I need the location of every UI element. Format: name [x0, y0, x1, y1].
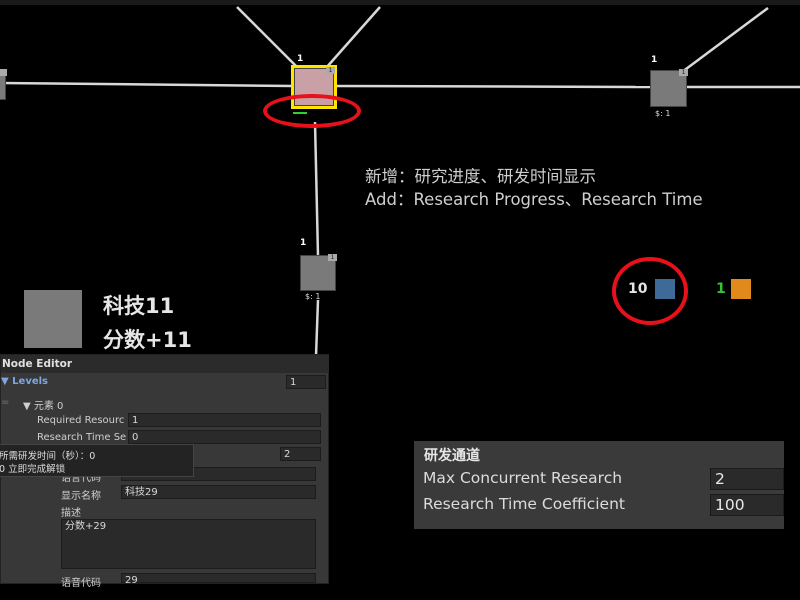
annotation-cn: 新增：研究进度、研发时间显示	[365, 167, 596, 186]
description-label: 描述	[61, 508, 81, 519]
highlight-ring-legend	[612, 257, 688, 325]
element-label: 元素 0	[33, 401, 64, 412]
legend-swatch-time	[731, 279, 751, 299]
edge-up-right	[325, 6, 381, 69]
legend-value-time: 1	[716, 281, 726, 297]
node-flag-icon: 1	[651, 55, 658, 65]
element-foldout[interactable]: ▼ 元素 0	[23, 397, 63, 412]
second-count-field[interactable]: 2	[280, 447, 321, 461]
levels-label: Levels	[12, 376, 49, 387]
tech-node-mid[interactable]: 1	[300, 254, 337, 291]
research-channel-title: 研发通道	[424, 448, 480, 464]
audio-field[interactable]: 29	[121, 573, 316, 586]
levels-foldout[interactable]: ▼ Levels	[1, 376, 48, 387]
top-bar	[0, 0, 800, 5]
research-time-field[interactable]: 0	[128, 430, 321, 444]
description-textarea[interactable]: 分数+29	[61, 519, 316, 569]
required-resource-label: Required Resourc	[37, 415, 125, 426]
tech-score: 分数+11	[103, 328, 192, 352]
highlight-ring-progress	[263, 94, 361, 128]
levels-count-field[interactable]: 1	[286, 375, 326, 389]
hint-line-1: 所需研发时间（秒）：0	[0, 451, 96, 462]
node-badge: 1	[326, 67, 335, 74]
legend-value-research: 10	[628, 281, 648, 297]
edge-down-2	[314, 299, 320, 357]
edge-up-far-right	[681, 6, 769, 74]
panel-title: Node Editor	[1, 355, 329, 373]
node-flag-icon: 1	[300, 238, 307, 248]
tech-name: 科技11	[103, 294, 175, 318]
legend-swatch-research	[655, 279, 675, 299]
edge-down	[313, 121, 320, 257]
node-flag-icon: 1	[297, 54, 304, 64]
node-score: $: 1	[655, 109, 671, 118]
node-badge: 1	[328, 254, 337, 261]
required-resource-field[interactable]: 1	[128, 413, 321, 427]
chevron-down-icon: ▼	[1, 376, 13, 387]
chevron-down-icon: ▼	[23, 401, 34, 412]
tech-node-left[interactable]	[0, 69, 7, 100]
display-name-field[interactable]: 科技29	[121, 485, 316, 499]
tech-node-right[interactable]: 1	[650, 69, 688, 107]
node-badge: 1	[679, 69, 688, 76]
research-time-label: Research Time Se	[37, 432, 127, 443]
drag-handle-icon[interactable]: =	[1, 397, 9, 408]
audio-label: 语音代码	[61, 578, 101, 589]
annotation-en: Add：Research Progress、Research Time	[365, 190, 703, 209]
time-coefficient-field[interactable]: 100	[710, 494, 784, 516]
max-concurrent-field[interactable]: 2	[710, 468, 784, 490]
edge-up-left	[236, 6, 301, 71]
node-badge	[0, 69, 7, 76]
node-score: $: 1	[305, 292, 321, 301]
research-time-tooltip: 所需研发时间（秒）：0 0 立即完成解锁	[0, 444, 194, 477]
time-coefficient-label: Research Time Coefficient	[423, 495, 625, 513]
max-concurrent-label: Max Concurrent Research	[423, 469, 623, 487]
edge-left	[0, 81, 294, 88]
hint-line-2: 0 立即完成解锁	[0, 464, 66, 475]
display-name-label: 显示名称	[61, 491, 101, 502]
research-channel-panel: 研发通道 Max Concurrent Research 2 Research …	[414, 441, 784, 529]
edge-right	[332, 84, 651, 89]
tech-icon	[24, 290, 82, 348]
